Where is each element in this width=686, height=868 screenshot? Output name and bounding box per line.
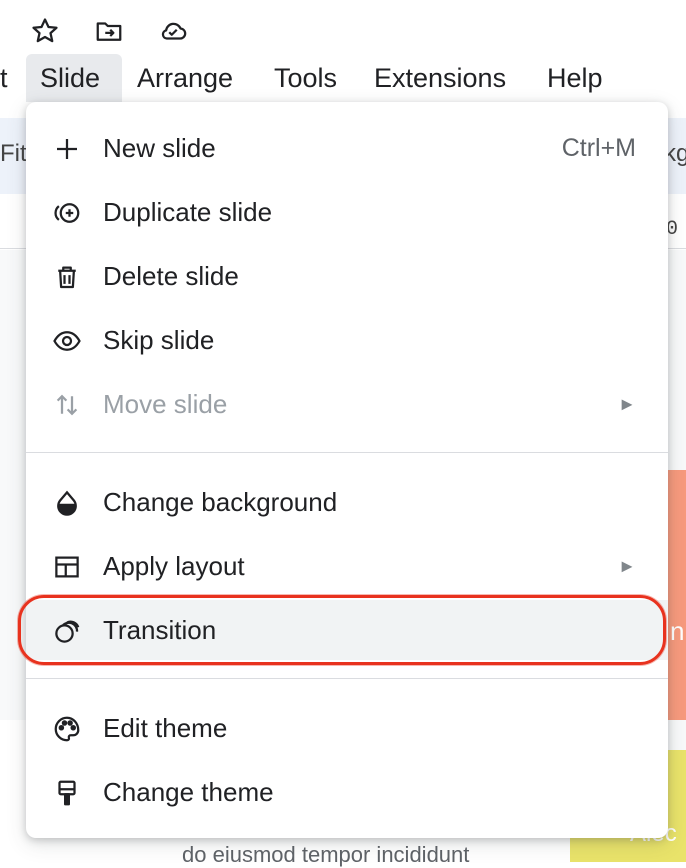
menu-item-delete-slide[interactable]: Delete slide [26, 246, 668, 306]
menu-item-skip-slide[interactable]: Skip slide [26, 310, 668, 370]
red-highlight-annotation [18, 595, 666, 665]
menu-help[interactable]: Help [537, 54, 613, 102]
submenu-arrow-icon: ► [618, 555, 636, 576]
menu-item-label: Change theme [103, 776, 274, 807]
trash-icon [50, 260, 84, 294]
palette-icon [50, 712, 84, 746]
menu-item-apply-layout[interactable]: Apply layout ► [26, 536, 668, 596]
menu-slide[interactable]: Slide [26, 54, 122, 102]
menu-item-edit-theme[interactable]: Edit theme [26, 698, 668, 758]
eye-icon [50, 324, 84, 358]
submenu-arrow-icon: ► [618, 393, 636, 414]
menu-item-duplicate-slide[interactable]: Duplicate slide [26, 182, 668, 242]
slide-menu-dropdown: New slide Ctrl+M Duplicate slide Delete … [26, 102, 668, 838]
menubar: t Slide Arrange Tools Extensions Help [0, 54, 686, 102]
drop-icon [50, 486, 84, 520]
menu-item-change-theme[interactable]: Change theme [26, 762, 668, 822]
slide-body-text: do eiusmod tempor incididunt [182, 842, 470, 867]
menu-item-label: Skip slide [103, 324, 215, 355]
shortcut-label: Ctrl+M [561, 133, 636, 162]
menu-divider [26, 678, 668, 679]
menu-divider [26, 452, 668, 453]
menu-item-change-background[interactable]: Change background [26, 472, 668, 532]
menu-item-move-slide[interactable]: Move slide ► [26, 374, 668, 434]
menu-item-label: Duplicate slide [103, 196, 273, 227]
menu-item-label: Edit theme [103, 712, 228, 743]
menu-tools[interactable]: Tools [264, 54, 347, 102]
menu-item-label: Change background [103, 486, 338, 517]
plus-icon [50, 132, 84, 166]
move-to-folder-icon[interactable] [92, 14, 126, 48]
menu-format-fragment[interactable]: t [0, 54, 18, 102]
menu-item-label: Apply layout [103, 550, 245, 581]
star-icon[interactable] [28, 14, 62, 48]
move-icon [50, 388, 84, 422]
menu-item-label: Move slide [103, 388, 228, 419]
menu-item-new-slide[interactable]: New slide Ctrl+M [26, 118, 668, 178]
duplicate-icon [50, 196, 84, 230]
toolbar-fit-fragment: Fit [0, 140, 27, 167]
menu-arrange[interactable]: Arrange [127, 54, 243, 102]
cloud-saved-icon[interactable] [156, 14, 190, 48]
slide-text-fragment: n [670, 616, 685, 646]
menu-extensions[interactable]: Extensions [364, 54, 516, 102]
layout-icon [50, 550, 84, 584]
menu-item-label: New slide [103, 132, 216, 163]
paint-roller-icon [50, 776, 84, 810]
top-icon-row [28, 14, 190, 48]
menu-item-label: Delete slide [103, 260, 239, 291]
